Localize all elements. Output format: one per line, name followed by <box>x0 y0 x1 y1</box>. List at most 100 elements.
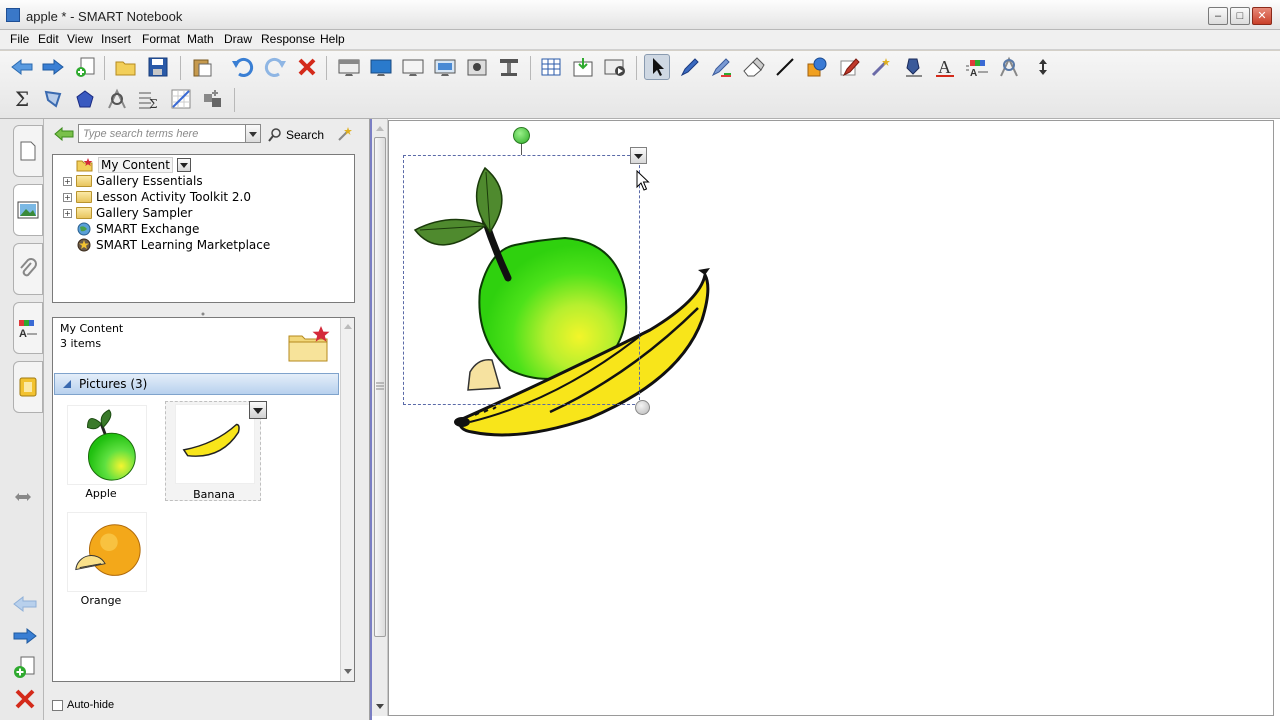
menu-response[interactable]: Response <box>259 32 317 46</box>
gallery-item-orange[interactable]: Orange <box>53 510 149 610</box>
capture-icon[interactable] <box>464 54 490 80</box>
formula-icon[interactable]: Σ <box>136 86 162 112</box>
open-folder-icon[interactable] <box>113 54 139 80</box>
add-page-icon <box>14 656 35 678</box>
menu-file[interactable]: File <box>8 32 31 46</box>
contents-count: 3 items <box>60 337 102 350</box>
add-page-icon[interactable] <box>73 54 99 80</box>
paste-icon[interactable] <box>189 54 215 80</box>
addon-icon[interactable] <box>200 86 226 112</box>
resize-panel-icon[interactable] <box>14 491 32 506</box>
addons-tab[interactable] <box>13 361 43 413</box>
table-icon[interactable] <box>538 54 564 80</box>
pen-icon[interactable] <box>676 54 702 80</box>
close-button[interactable]: ✕ <box>1252 7 1272 25</box>
gallery-tools-icon[interactable] <box>336 125 354 146</box>
attach-icon[interactable] <box>570 54 596 80</box>
properties-tab[interactable]: A <box>13 302 43 354</box>
attachments-tab[interactable] <box>13 243 43 295</box>
page-sorter-tab[interactable] <box>13 125 43 177</box>
collapse-icon <box>63 380 71 388</box>
add-page-button[interactable] <box>12 655 38 682</box>
svg-text:A: A <box>938 57 951 77</box>
search-history-dropdown[interactable] <box>245 124 261 143</box>
minimize-button[interactable]: – <box>1208 7 1228 25</box>
move-toolbar-icon[interactable] <box>1030 54 1056 80</box>
back-arrow-icon[interactable] <box>9 54 35 80</box>
gallery-item-menu[interactable] <box>249 401 267 419</box>
line-icon[interactable] <box>772 54 798 80</box>
text-icon[interactable]: A <box>932 54 958 80</box>
pictures-section-header[interactable]: Pictures (3) <box>54 373 339 395</box>
banana-thumbnail <box>175 404 255 484</box>
toolbar-separator <box>530 56 531 80</box>
tree-item-smart-exchange[interactable]: SMART Exchange <box>63 221 199 237</box>
menu-format[interactable]: Format <box>140 32 182 46</box>
contents-scrollbar[interactable] <box>340 318 354 681</box>
expand-icon[interactable]: + <box>63 176 72 186</box>
svg-text:A: A <box>970 68 977 78</box>
screen-shade-icon[interactable] <box>336 54 362 80</box>
next-page-icon[interactable] <box>12 627 38 648</box>
toolbar-separator <box>636 56 637 80</box>
resize-handle[interactable] <box>635 400 650 415</box>
gallery-item-banana[interactable]: Banana <box>165 401 267 501</box>
gallery-item-apple[interactable]: Apple <box>53 403 149 503</box>
geometry-icon[interactable] <box>996 54 1022 80</box>
sum-icon[interactable]: Σ <box>9 86 35 112</box>
shapes-icon[interactable] <box>804 54 830 80</box>
menu-edit[interactable]: Edit <box>36 32 61 46</box>
tree-item-smart-marketplace[interactable]: SMART Learning Marketplace <box>63 237 270 253</box>
ink-icon[interactable] <box>900 54 926 80</box>
tree-item-lesson-activity-toolkit[interactable]: + Lesson Activity Toolkit 2.0 <box>63 189 251 205</box>
autohide-option[interactable]: Auto-hide <box>52 699 114 711</box>
contents-title: My Content <box>60 322 124 335</box>
delete-page-button[interactable] <box>14 688 36 713</box>
selection-box <box>403 155 640 405</box>
eraser-icon[interactable] <box>740 54 766 80</box>
menu-view[interactable]: View <box>65 32 95 46</box>
forward-arrow-icon[interactable] <box>40 54 66 80</box>
document-camera-icon[interactable] <box>496 54 522 80</box>
magic-pen-icon[interactable] <box>836 54 862 80</box>
full-screen-icon[interactable] <box>368 54 394 80</box>
search-button[interactable]: Search <box>268 126 324 144</box>
graph-icon[interactable] <box>168 86 194 112</box>
tree-item-my-content[interactable]: My Content <box>63 157 191 173</box>
delete-icon[interactable] <box>294 54 320 80</box>
creative-pen-icon[interactable] <box>708 54 734 80</box>
object-menu-button[interactable] <box>630 147 647 164</box>
autohide-checkbox[interactable] <box>52 699 63 711</box>
recorder-icon[interactable] <box>602 54 628 80</box>
polygon-icon[interactable] <box>40 86 66 112</box>
tree-item-gallery-sampler[interactable]: + Gallery Sampler <box>63 205 192 221</box>
pentagon-icon[interactable] <box>72 86 98 112</box>
expand-icon[interactable]: + <box>63 208 72 218</box>
redo-icon[interactable] <box>262 54 288 80</box>
dual-display-icon[interactable] <box>432 54 458 80</box>
transparent-bg-icon[interactable] <box>400 54 426 80</box>
select-icon[interactable] <box>644 54 670 80</box>
fill-icon[interactable] <box>868 54 894 80</box>
search-input[interactable] <box>78 124 248 143</box>
tree-item-gallery-essentials[interactable]: + Gallery Essentials <box>63 173 203 189</box>
canvas-scrollbar[interactable] <box>372 119 388 716</box>
maximize-button[interactable]: □ <box>1230 7 1250 25</box>
properties-icon[interactable]: A <box>964 54 990 80</box>
geometry-tool-icon[interactable] <box>104 86 130 112</box>
chevron-down-icon <box>253 408 263 414</box>
search-row: Search <box>44 119 370 149</box>
rotate-handle[interactable] <box>513 127 530 144</box>
gallery-back-icon[interactable] <box>54 126 74 145</box>
save-icon[interactable] <box>145 54 171 80</box>
splitter-grip[interactable] <box>200 306 206 316</box>
tree-item-menu[interactable] <box>177 158 191 172</box>
previous-page-icon[interactable] <box>12 595 38 616</box>
gallery-tab[interactable] <box>13 184 43 236</box>
undo-icon[interactable] <box>230 54 256 80</box>
menu-math[interactable]: Math <box>185 32 216 46</box>
menu-help[interactable]: Help <box>318 32 347 46</box>
menu-draw[interactable]: Draw <box>222 32 254 46</box>
expand-icon[interactable]: + <box>63 192 72 202</box>
menu-insert[interactable]: Insert <box>99 32 133 46</box>
